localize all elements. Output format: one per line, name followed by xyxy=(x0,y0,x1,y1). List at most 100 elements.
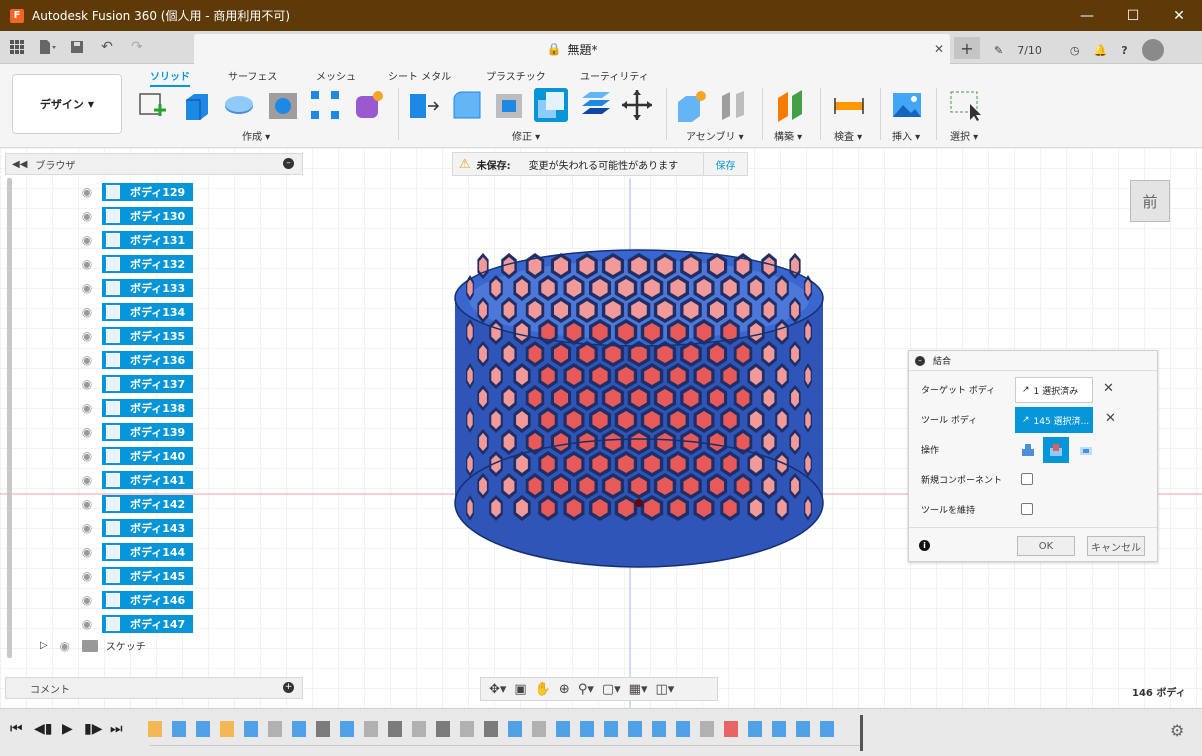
ok-button[interactable]: OK xyxy=(1017,536,1075,556)
list-item[interactable]: ◉ ボディ134 xyxy=(78,300,194,324)
eye-icon[interactable]: ◉ xyxy=(78,570,96,582)
timeline-feature-icon[interactable] xyxy=(436,721,450,737)
new-tab-button[interactable]: + xyxy=(954,37,980,59)
clear-target-icon[interactable]: ✕ xyxy=(1103,381,1114,396)
timeline-feature-icon[interactable] xyxy=(148,721,162,737)
body-label[interactable]: ボディ144 xyxy=(102,543,194,561)
tab-solid[interactable]: ソリッド xyxy=(150,68,190,87)
browser-scrollbar[interactable] xyxy=(7,178,12,658)
timeline-feature-icon[interactable] xyxy=(484,721,498,737)
list-item[interactable]: ◉ ボディ146 xyxy=(78,588,194,612)
close-tab-icon[interactable]: ✕ xyxy=(934,42,944,56)
hole-icon[interactable] xyxy=(266,88,300,122)
eye-icon[interactable]: ◉ xyxy=(78,402,96,414)
timeline-feature-icon[interactable] xyxy=(244,721,258,737)
body-label[interactable]: ボディ143 xyxy=(102,519,194,537)
collapse-left-icon[interactable]: ◀◀ xyxy=(12,159,27,170)
timeline-feature-icon[interactable] xyxy=(388,721,402,737)
save-icon[interactable] xyxy=(66,37,88,57)
target-body-selector[interactable]: ↗ 1 選択済み xyxy=(1015,377,1093,403)
body-label[interactable]: ボディ142 xyxy=(102,495,194,513)
new-component-checkbox[interactable] xyxy=(1021,473,1033,485)
group-insert-label[interactable]: 挿入 ▾ xyxy=(892,128,920,143)
body-label[interactable]: ボディ130 xyxy=(102,207,194,225)
body-label[interactable]: ボディ138 xyxy=(102,399,194,417)
eye-icon[interactable]: ◉ xyxy=(78,186,96,198)
viewcube[interactable]: 前 xyxy=(1130,180,1170,222)
grid-icon[interactable] xyxy=(6,37,28,57)
list-item[interactable]: ◉ ボディ147 xyxy=(78,612,194,636)
list-item[interactable]: ◉ ボディ135 xyxy=(78,324,194,348)
body-label[interactable]: ボディ136 xyxy=(102,351,194,369)
timeline-feature-icon[interactable] xyxy=(460,721,474,737)
viewcube-front-face[interactable]: 前 xyxy=(1142,191,1157,212)
clear-tool-icon[interactable]: ✕ xyxy=(1105,411,1116,426)
list-item[interactable]: ◉ ボディ130 xyxy=(78,204,194,228)
combine-icon[interactable] xyxy=(534,88,568,122)
bell-icon[interactable]: 🔔 xyxy=(1094,44,1108,57)
list-item[interactable]: ◉ ボディ143 xyxy=(78,516,194,540)
timeline-feature-icon[interactable] xyxy=(340,721,354,737)
body-label[interactable]: ボディ145 xyxy=(102,567,194,585)
move-icon[interactable] xyxy=(620,88,654,122)
eye-icon[interactable]: ◉ xyxy=(78,306,96,318)
list-item[interactable]: ◉ ボディ129 xyxy=(78,180,194,204)
list-item[interactable]: ◉ ボディ131 xyxy=(78,228,194,252)
eye-icon[interactable]: ◉ xyxy=(78,354,96,366)
eye-icon[interactable]: ◉ xyxy=(78,450,96,462)
orbit-icon[interactable]: ✥▾ xyxy=(489,682,506,697)
create-sketch-icon[interactable] xyxy=(136,88,170,122)
body-label[interactable]: ボディ133 xyxy=(102,279,194,297)
undo-icon[interactable]: ↶ xyxy=(96,37,118,57)
maximize-button[interactable]: ☐ xyxy=(1110,0,1156,31)
go-to-start-icon[interactable]: ⏮ xyxy=(10,721,23,737)
jobs-count[interactable]: 7/10 xyxy=(1017,44,1042,57)
eye-icon[interactable]: ◉ xyxy=(78,330,96,342)
expand-arrow-icon[interactable]: ▷ xyxy=(40,640,48,651)
document-tab[interactable]: 🔒 無題* ✕ xyxy=(194,34,950,64)
workspace-dropdown[interactable]: デザイン ▼ xyxy=(12,74,122,134)
grid-settings-icon[interactable]: ▦▾ xyxy=(629,682,648,697)
timeline-track[interactable] xyxy=(150,745,860,746)
body-label[interactable]: ボディ141 xyxy=(102,471,194,489)
joint-icon[interactable] xyxy=(716,88,750,122)
viewports-icon[interactable]: ◫▾ xyxy=(655,682,674,697)
list-item[interactable]: ◉ ボディ133 xyxy=(78,276,194,300)
zoom-icon[interactable]: ⊕ xyxy=(559,682,570,697)
timeline-feature-icon[interactable] xyxy=(676,721,690,737)
timeline-feature-icon[interactable] xyxy=(412,721,426,737)
eye-icon[interactable]: ◉ xyxy=(78,594,96,606)
eye-icon[interactable]: ◉ xyxy=(78,210,96,222)
timeline-feature-icon[interactable] xyxy=(604,721,618,737)
tool-body-selector[interactable]: ↗ 145 選択済... xyxy=(1015,407,1093,433)
collapse-dialog-icon[interactable]: – xyxy=(915,355,925,366)
body-label[interactable]: ボディ134 xyxy=(102,303,194,321)
info-icon[interactable]: i xyxy=(919,540,930,551)
create-form-icon[interactable] xyxy=(352,88,386,122)
fit-icon[interactable]: ⚲▾ xyxy=(578,682,594,697)
timeline-feature-icon[interactable] xyxy=(748,721,762,737)
tab-utility[interactable]: ユーティリティ xyxy=(580,68,649,83)
insert-image-icon[interactable] xyxy=(890,88,924,122)
body-label[interactable]: ボディ140 xyxy=(102,447,194,465)
body-label[interactable]: ボディ139 xyxy=(102,423,194,441)
list-item[interactable]: ◉ ボディ141 xyxy=(78,468,194,492)
timeline-feature-icon[interactable] xyxy=(628,721,642,737)
timeline-feature-icon[interactable] xyxy=(172,721,186,737)
list-item[interactable]: ◉ ボディ144 xyxy=(78,540,194,564)
cylinder-model[interactable] xyxy=(454,249,824,568)
timeline-feature-icon[interactable] xyxy=(292,721,306,737)
list-item[interactable]: ◉ ボディ145 xyxy=(78,564,194,588)
group-select-label[interactable]: 選択 ▾ xyxy=(950,128,978,143)
shell-icon[interactable] xyxy=(492,88,526,122)
timeline-feature-icon[interactable] xyxy=(268,721,282,737)
display-settings-icon[interactable]: ▢▾ xyxy=(602,682,621,697)
timeline-feature-icon[interactable] xyxy=(196,721,210,737)
timeline-feature-icon[interactable] xyxy=(772,721,786,737)
list-item[interactable]: ◉ ボディ140 xyxy=(78,444,194,468)
list-item[interactable]: ◉ ボディ138 xyxy=(78,396,194,420)
measure-icon[interactable] xyxy=(832,88,866,122)
file-icon[interactable] xyxy=(36,37,58,57)
timeline-feature-icon[interactable] xyxy=(508,721,522,737)
press-pull-icon[interactable] xyxy=(406,88,440,122)
